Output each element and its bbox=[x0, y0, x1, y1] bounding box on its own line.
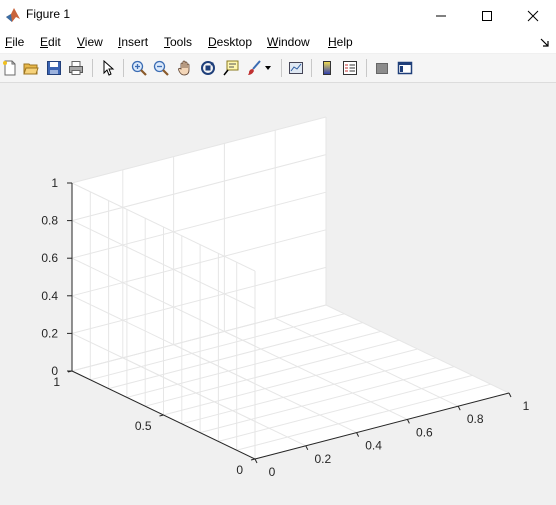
new-figure-button[interactable] bbox=[0, 58, 20, 78]
x-tick-label: 0.6 bbox=[416, 425, 433, 439]
insert-legend-icon bbox=[343, 61, 357, 75]
x-tick bbox=[406, 419, 410, 424]
chevron-down-icon bbox=[265, 66, 271, 70]
x-tick bbox=[457, 405, 461, 411]
edit-plot-button[interactable] bbox=[98, 58, 118, 78]
rotate-3d-button[interactable] bbox=[198, 58, 218, 78]
z-tick-label: 0.4 bbox=[41, 289, 58, 303]
zoom-out-icon bbox=[153, 60, 169, 76]
z-tick-label: 0.2 bbox=[41, 326, 58, 340]
save-icon bbox=[47, 61, 61, 75]
menu-file[interactable]: File bbox=[5, 35, 24, 49]
x-tick bbox=[508, 392, 512, 398]
z-tick-label: 0 bbox=[51, 364, 58, 378]
show-plot-tools-button[interactable] bbox=[395, 58, 415, 78]
y-tick-label: 0.5 bbox=[135, 419, 152, 433]
open-file-icon bbox=[23, 63, 39, 75]
brush-icon bbox=[248, 60, 261, 75]
x-tick-label: 0.8 bbox=[467, 412, 484, 426]
dock-arrow-icon[interactable] bbox=[540, 37, 550, 47]
toolbar-separator bbox=[366, 59, 367, 77]
menubar: File Edit View Insert Tools Desktop Wind… bbox=[0, 31, 556, 53]
y-tick bbox=[159, 414, 164, 417]
close-button[interactable] bbox=[510, 0, 556, 31]
brush-dropdown[interactable] bbox=[262, 58, 274, 78]
pan-icon bbox=[178, 60, 190, 76]
window-titlebar[interactable]: Figure 1 bbox=[0, 0, 556, 31]
toolbar-separator bbox=[311, 59, 312, 77]
insert-legend-button[interactable] bbox=[340, 58, 360, 78]
z-tick-label: 0.6 bbox=[41, 251, 58, 265]
x-tick bbox=[356, 432, 360, 437]
axes-3d[interactable]: 00.20.40.60.8100.5100.20.40.60.81 bbox=[0, 83, 556, 502]
axes-grid bbox=[71, 116, 510, 460]
brush-button[interactable] bbox=[244, 58, 264, 78]
minimize-button[interactable] bbox=[418, 0, 464, 31]
maximize-icon bbox=[482, 10, 492, 21]
x-tick-label: 0 bbox=[269, 465, 276, 479]
menu-window[interactable]: Window bbox=[267, 35, 310, 49]
z-tick-label: 1 bbox=[51, 176, 58, 190]
y-tick-label: 0 bbox=[236, 463, 243, 477]
z-tick-label: 0.8 bbox=[41, 214, 58, 228]
link-plot-button[interactable] bbox=[286, 58, 306, 78]
zoom-in-button[interactable] bbox=[129, 58, 149, 78]
close-icon bbox=[527, 10, 539, 21]
x-tick-label: 0.2 bbox=[314, 452, 331, 466]
data-cursor-button[interactable] bbox=[221, 58, 241, 78]
data-cursor-icon bbox=[223, 60, 239, 76]
hide-plot-tools-button[interactable] bbox=[372, 58, 392, 78]
toolbar-separator bbox=[123, 59, 124, 77]
zoom-in-icon bbox=[131, 60, 147, 76]
toolbar-separator bbox=[92, 59, 93, 77]
figure-canvas[interactable]: 0 0.2 0.4 0.6 0.8 1 0 0.5 1 0 0.2 0.4 0.6 0.8 1 bbox=[0, 83, 556, 502]
menu-desktop[interactable]: Desktop bbox=[208, 35, 252, 49]
link-plot-icon bbox=[289, 62, 303, 74]
maximize-button[interactable] bbox=[464, 0, 510, 31]
insert-colorbar-button[interactable] bbox=[317, 58, 337, 78]
matlab-icon bbox=[5, 7, 21, 23]
print-button[interactable] bbox=[66, 58, 86, 78]
print-icon bbox=[69, 61, 83, 75]
rotate-3d-icon bbox=[201, 61, 215, 75]
menu-view[interactable]: View bbox=[77, 35, 103, 49]
show-plot-tools-icon bbox=[397, 61, 413, 75]
save-button[interactable] bbox=[44, 58, 64, 78]
toolbar-separator bbox=[281, 59, 282, 77]
x-tick bbox=[254, 458, 258, 464]
open-file-button[interactable] bbox=[21, 58, 41, 78]
x-tick-label: 1 bbox=[523, 399, 530, 413]
figure-toolbar bbox=[0, 54, 556, 83]
menu-help[interactable]: Help bbox=[328, 35, 353, 49]
zoom-out-button[interactable] bbox=[151, 58, 171, 78]
menu-insert[interactable]: Insert bbox=[118, 35, 148, 49]
y-tick bbox=[250, 458, 256, 461]
pan-button[interactable] bbox=[175, 58, 195, 78]
window-title: Figure 1 bbox=[26, 7, 71, 21]
insert-colorbar-icon bbox=[323, 61, 331, 75]
edit-plot-icon bbox=[103, 60, 115, 76]
minimize-icon bbox=[436, 15, 446, 16]
new-figure-icon bbox=[3, 60, 16, 76]
x-tick-label: 0.4 bbox=[365, 439, 382, 453]
menu-tools[interactable]: Tools bbox=[164, 35, 192, 49]
x-tick bbox=[305, 445, 309, 451]
menu-edit[interactable]: Edit bbox=[40, 35, 61, 49]
hide-plot-tools-icon bbox=[376, 63, 388, 74]
